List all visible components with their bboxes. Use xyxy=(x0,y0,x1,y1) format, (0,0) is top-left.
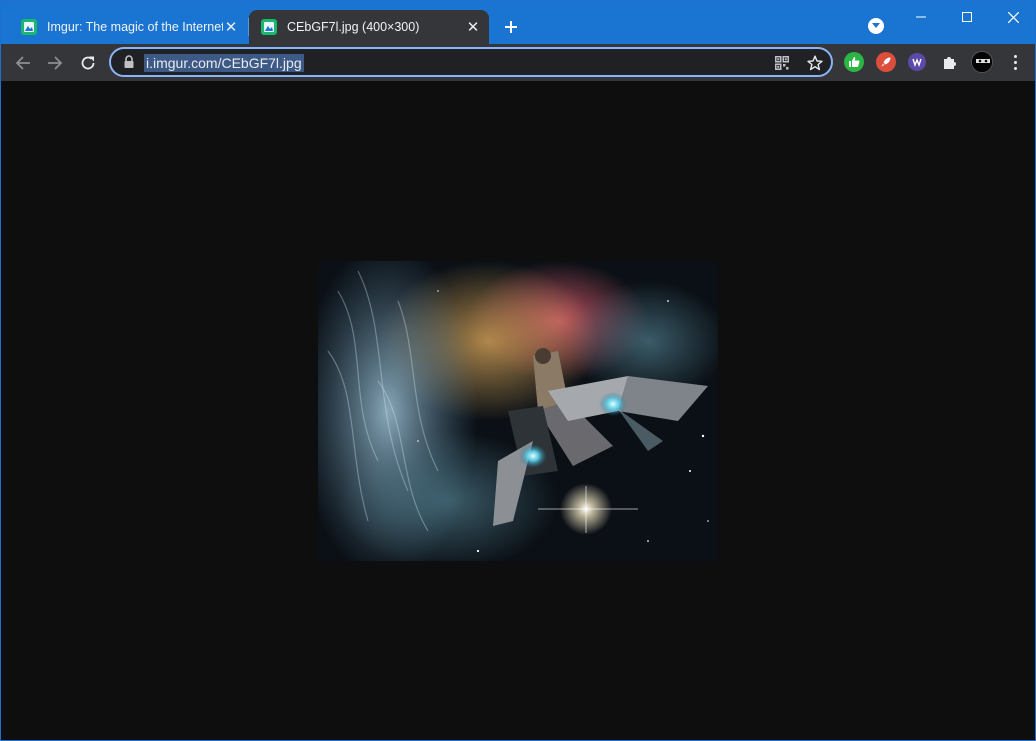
qr-code-button[interactable] xyxy=(772,53,792,73)
thumbs-up-icon xyxy=(849,57,860,67)
new-tab-button[interactable] xyxy=(499,15,523,39)
arrow-right-icon xyxy=(48,56,63,70)
browser-toolbar: i.imgur.com/CEbGF7l.jpg xyxy=(1,44,1035,81)
extension-red-button[interactable] xyxy=(876,52,896,72)
displayed-image[interactable] xyxy=(318,261,718,561)
minimize-button[interactable] xyxy=(898,3,944,31)
tab-imgur-home[interactable]: Imgur: The magic of the Internet ✕ xyxy=(9,10,247,44)
lock-icon[interactable] xyxy=(123,55,135,69)
bookmark-button[interactable] xyxy=(805,53,825,73)
profile-avatar[interactable] xyxy=(971,51,993,73)
star-icon xyxy=(807,55,823,71)
avatar-icon xyxy=(972,52,992,72)
rocket-icon xyxy=(881,57,891,67)
chevron-down-icon xyxy=(872,23,880,28)
tab-search-button[interactable] xyxy=(868,18,884,34)
tab-image-view[interactable]: CEbGF7l.jpg (400×300) ✕ xyxy=(249,10,489,44)
imgur-favicon-icon xyxy=(261,19,277,35)
minimize-icon xyxy=(916,16,926,18)
maximize-icon xyxy=(962,12,972,22)
tab-title: Imgur: The magic of the Internet xyxy=(47,20,223,34)
extensions-button[interactable] xyxy=(940,52,960,72)
kebab-menu-icon xyxy=(1013,60,1017,64)
tab-title: CEbGF7l.jpg (400×300) xyxy=(287,20,420,34)
qr-code-icon xyxy=(775,56,789,70)
extension-green-button[interactable] xyxy=(844,52,864,72)
close-icon xyxy=(1007,11,1019,23)
reload-button[interactable] xyxy=(74,49,102,77)
address-bar[interactable]: i.imgur.com/CEbGF7l.jpg xyxy=(109,47,833,77)
reload-icon xyxy=(81,56,95,70)
tab-strip: Imgur: The magic of the Internet ✕ CEbGF… xyxy=(1,1,1035,44)
url-text[interactable]: i.imgur.com/CEbGF7l.jpg xyxy=(144,54,304,72)
maximize-button[interactable] xyxy=(944,3,990,31)
extension-logo-icon xyxy=(912,58,922,67)
kebab-menu-icon xyxy=(1013,66,1017,70)
browser-window: Imgur: The magic of the Internet ✕ CEbGF… xyxy=(0,0,1036,741)
spaceship-nebula-image xyxy=(318,261,718,561)
page-content xyxy=(1,81,1035,740)
puzzle-icon xyxy=(944,57,956,69)
plus-icon xyxy=(505,21,517,33)
forward-button[interactable] xyxy=(41,49,69,77)
close-window-button[interactable] xyxy=(990,3,1035,31)
imgur-favicon-icon xyxy=(21,19,37,35)
tab-close-icon[interactable]: ✕ xyxy=(223,19,239,35)
extension-purple-button[interactable] xyxy=(908,53,926,71)
browser-menu-button[interactable] xyxy=(1007,52,1023,72)
kebab-menu-icon xyxy=(1013,54,1017,58)
back-button[interactable] xyxy=(9,49,37,77)
arrow-left-icon xyxy=(15,56,30,70)
tab-close-icon[interactable]: ✕ xyxy=(465,19,481,35)
